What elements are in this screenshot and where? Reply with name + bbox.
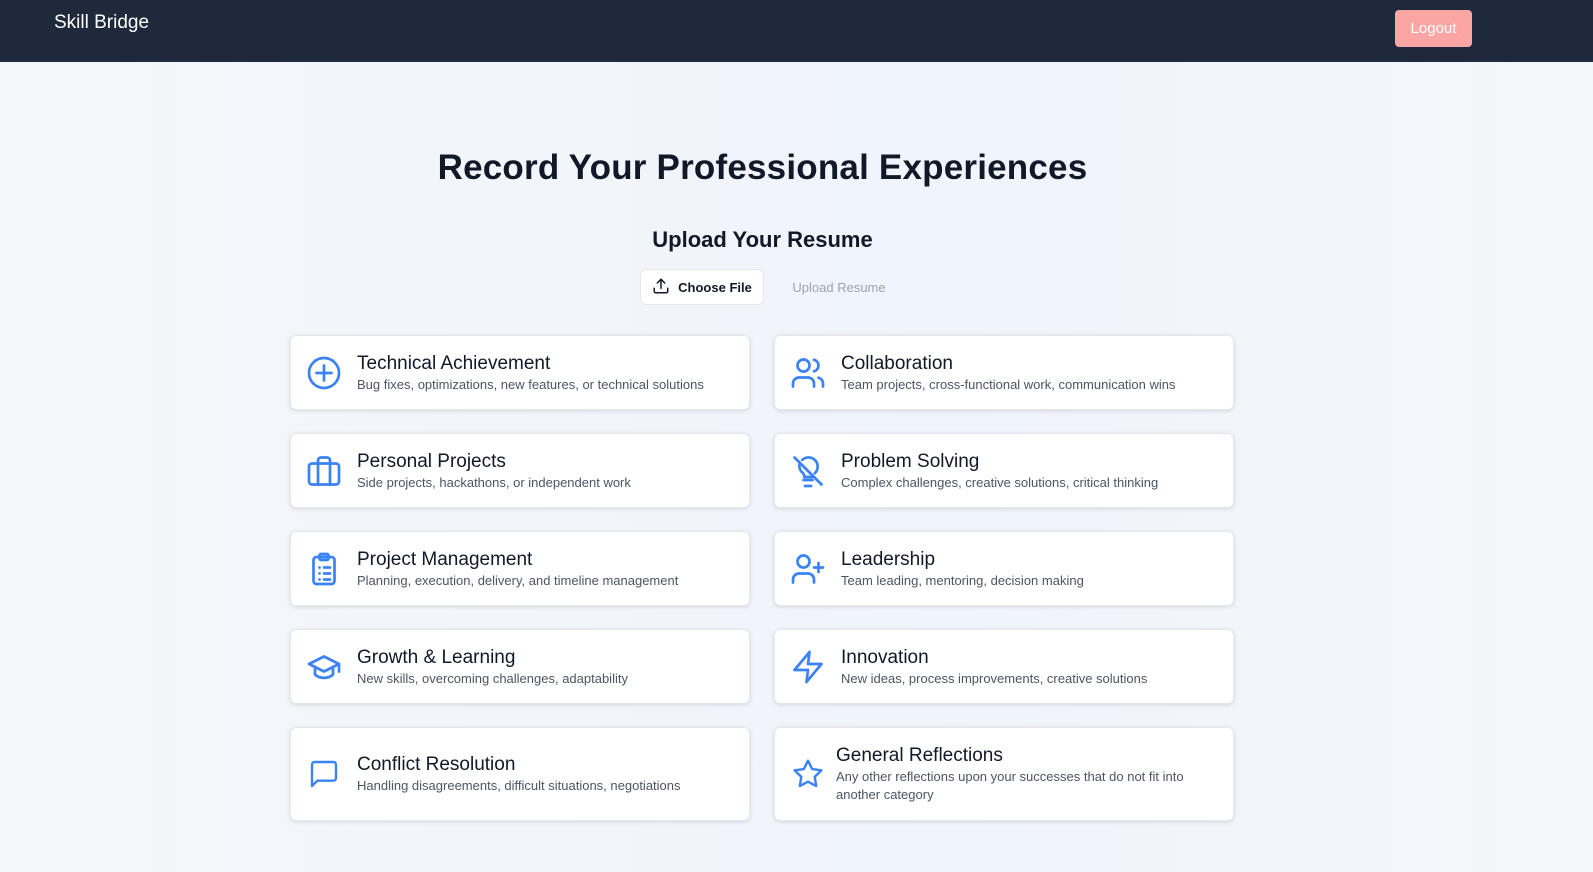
logout-button[interactable]: Logout xyxy=(1395,10,1472,47)
star-icon xyxy=(789,755,827,793)
users-icon xyxy=(789,354,827,392)
card-description: Planning, execution, delivery, and timel… xyxy=(357,572,679,588)
upload-resume-button[interactable]: Upload Resume xyxy=(784,269,894,305)
category-card-growth-learning[interactable]: Growth & Learning New skills, overcoming… xyxy=(290,629,750,704)
category-card-collaboration[interactable]: Collaboration Team projects, cross-funct… xyxy=(774,335,1234,410)
card-title: Problem Solving xyxy=(841,450,980,472)
choose-file-label: Choose File xyxy=(678,279,752,295)
card-description: Handling disagreements, difficult situat… xyxy=(357,778,681,793)
card-description: Any other reflections upon your successe… xyxy=(836,769,1184,802)
category-card-technical-achievement[interactable]: Technical Achievement Bug fixes, optimiz… xyxy=(290,335,750,410)
category-card-general-reflections[interactable]: General Reflections Any other reflection… xyxy=(774,727,1234,821)
card-description: New ideas, process improvements, creativ… xyxy=(841,670,1148,686)
lightning-icon xyxy=(789,648,827,686)
upload-heading: Upload Your Resume xyxy=(652,227,873,252)
card-description: New skills, overcoming challenges, adapt… xyxy=(357,670,628,686)
category-card-conflict-resolution[interactable]: Conflict Resolution Handling disagreemen… xyxy=(290,727,750,821)
card-title: Leadership xyxy=(841,548,936,570)
lightbulb-off-icon xyxy=(789,452,827,490)
card-description: Bug fixes, optimizations, new features, … xyxy=(357,376,704,392)
plus-circle-icon xyxy=(305,354,343,392)
category-card-problem-solving[interactable]: Problem Solving Complex challenges, crea… xyxy=(774,433,1234,508)
card-title: Technical Achievement xyxy=(357,352,551,374)
graduation-cap-icon xyxy=(305,648,343,686)
card-title: Growth & Learning xyxy=(357,646,516,668)
category-card-project-management[interactable]: Project Management Planning, execution, … xyxy=(290,531,750,606)
user-plus-icon xyxy=(789,550,827,588)
card-description: Side projects, hackathons, or independen… xyxy=(357,474,631,490)
card-description: Team leading, mentoring, decision making xyxy=(841,572,1084,588)
card-title: Personal Projects xyxy=(357,450,506,472)
top-navbar: Skill Bridge Logout xyxy=(0,0,1593,62)
message-square-icon xyxy=(305,755,343,793)
clipboard-list-icon xyxy=(305,550,343,588)
card-title: Conflict Resolution xyxy=(357,754,516,775)
card-title: Project Management xyxy=(357,548,533,570)
card-description: Complex challenges, creative solutions, … xyxy=(841,474,1159,490)
card-title: Collaboration xyxy=(841,352,953,374)
category-card-leadership[interactable]: Leadership Team leading, mentoring, deci… xyxy=(774,531,1234,606)
page-title: Record Your Professional Experiences xyxy=(437,148,1088,187)
choose-file-button[interactable]: Choose File xyxy=(640,269,764,305)
upload-icon xyxy=(652,277,670,298)
briefcase-icon xyxy=(305,452,343,490)
card-title: Innovation xyxy=(841,646,929,668)
brand-logo[interactable]: Skill Bridge xyxy=(54,12,149,34)
category-card-personal-projects[interactable]: Personal Projects Side projects, hackath… xyxy=(290,433,750,508)
card-description: Team projects, cross-functional work, co… xyxy=(841,376,1176,392)
category-card-innovation[interactable]: Innovation New ideas, process improvemen… xyxy=(774,629,1234,704)
card-title: General Reflections xyxy=(836,745,1003,766)
